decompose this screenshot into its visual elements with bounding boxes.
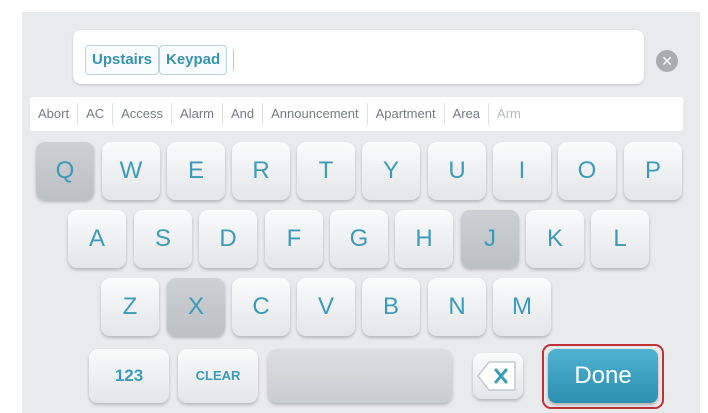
tag-chip-upstairs[interactable]: Upstairs bbox=[85, 45, 160, 75]
clear-button[interactable]: CLEAR bbox=[178, 349, 258, 403]
suggestion-item[interactable]: Announcement bbox=[263, 103, 368, 125]
key-h[interactable]: H bbox=[395, 210, 453, 268]
key-r[interactable]: R bbox=[232, 142, 290, 200]
key-i[interactable]: I bbox=[493, 142, 551, 200]
close-circle-icon[interactable]: ✕ bbox=[656, 50, 678, 72]
suggestion-item[interactable]: Apartment bbox=[368, 103, 445, 125]
key-b[interactable]: B bbox=[362, 278, 420, 336]
suggestion-item[interactable]: Area bbox=[445, 103, 490, 125]
key-c[interactable]: C bbox=[232, 278, 290, 336]
space-bar[interactable] bbox=[268, 349, 452, 403]
suggestion-item[interactable]: Alarm bbox=[172, 103, 223, 125]
suggestion-item[interactable]: Access bbox=[113, 103, 173, 125]
key-o[interactable]: O bbox=[558, 142, 616, 200]
key-k[interactable]: K bbox=[526, 210, 584, 268]
key-x[interactable]: X bbox=[167, 278, 225, 336]
key-d[interactable]: D bbox=[199, 210, 257, 268]
key-t[interactable]: T bbox=[297, 142, 355, 200]
key-e[interactable]: E bbox=[167, 142, 225, 200]
key-p[interactable]: P bbox=[624, 142, 682, 200]
key-n[interactable]: N bbox=[428, 278, 486, 336]
key-l[interactable]: L bbox=[591, 210, 649, 268]
key-g[interactable]: G bbox=[330, 210, 388, 268]
key-u[interactable]: U bbox=[428, 142, 486, 200]
suggestion-item[interactable]: AC bbox=[78, 103, 114, 125]
tag-chip-keypad[interactable]: Keypad bbox=[159, 45, 228, 75]
key-m[interactable]: M bbox=[493, 278, 551, 336]
text-caret bbox=[233, 49, 234, 71]
key-y[interactable]: Y bbox=[362, 142, 420, 200]
done-button[interactable]: Done bbox=[548, 349, 658, 403]
key-z[interactable]: Z bbox=[101, 278, 159, 336]
suggestion-bar: Abort AC Access Alarm And Announcement A… bbox=[30, 97, 683, 131]
key-v[interactable]: V bbox=[297, 278, 355, 336]
numbers-key[interactable]: 123 bbox=[89, 349, 169, 403]
suggestion-item[interactable]: And bbox=[223, 103, 264, 125]
search-entry-field[interactable]: Upstairs Keypad bbox=[73, 30, 644, 84]
key-s[interactable]: S bbox=[134, 210, 192, 268]
suggestion-item[interactable]: Arm bbox=[489, 103, 529, 125]
key-q[interactable]: Q bbox=[36, 142, 94, 200]
key-a[interactable]: A bbox=[68, 210, 126, 268]
key-j[interactable]: J bbox=[461, 210, 519, 268]
key-w[interactable]: W bbox=[102, 142, 160, 200]
suggestion-item[interactable]: Abort bbox=[30, 103, 79, 125]
backspace-icon[interactable] bbox=[473, 353, 523, 399]
key-f[interactable]: F bbox=[265, 210, 323, 268]
